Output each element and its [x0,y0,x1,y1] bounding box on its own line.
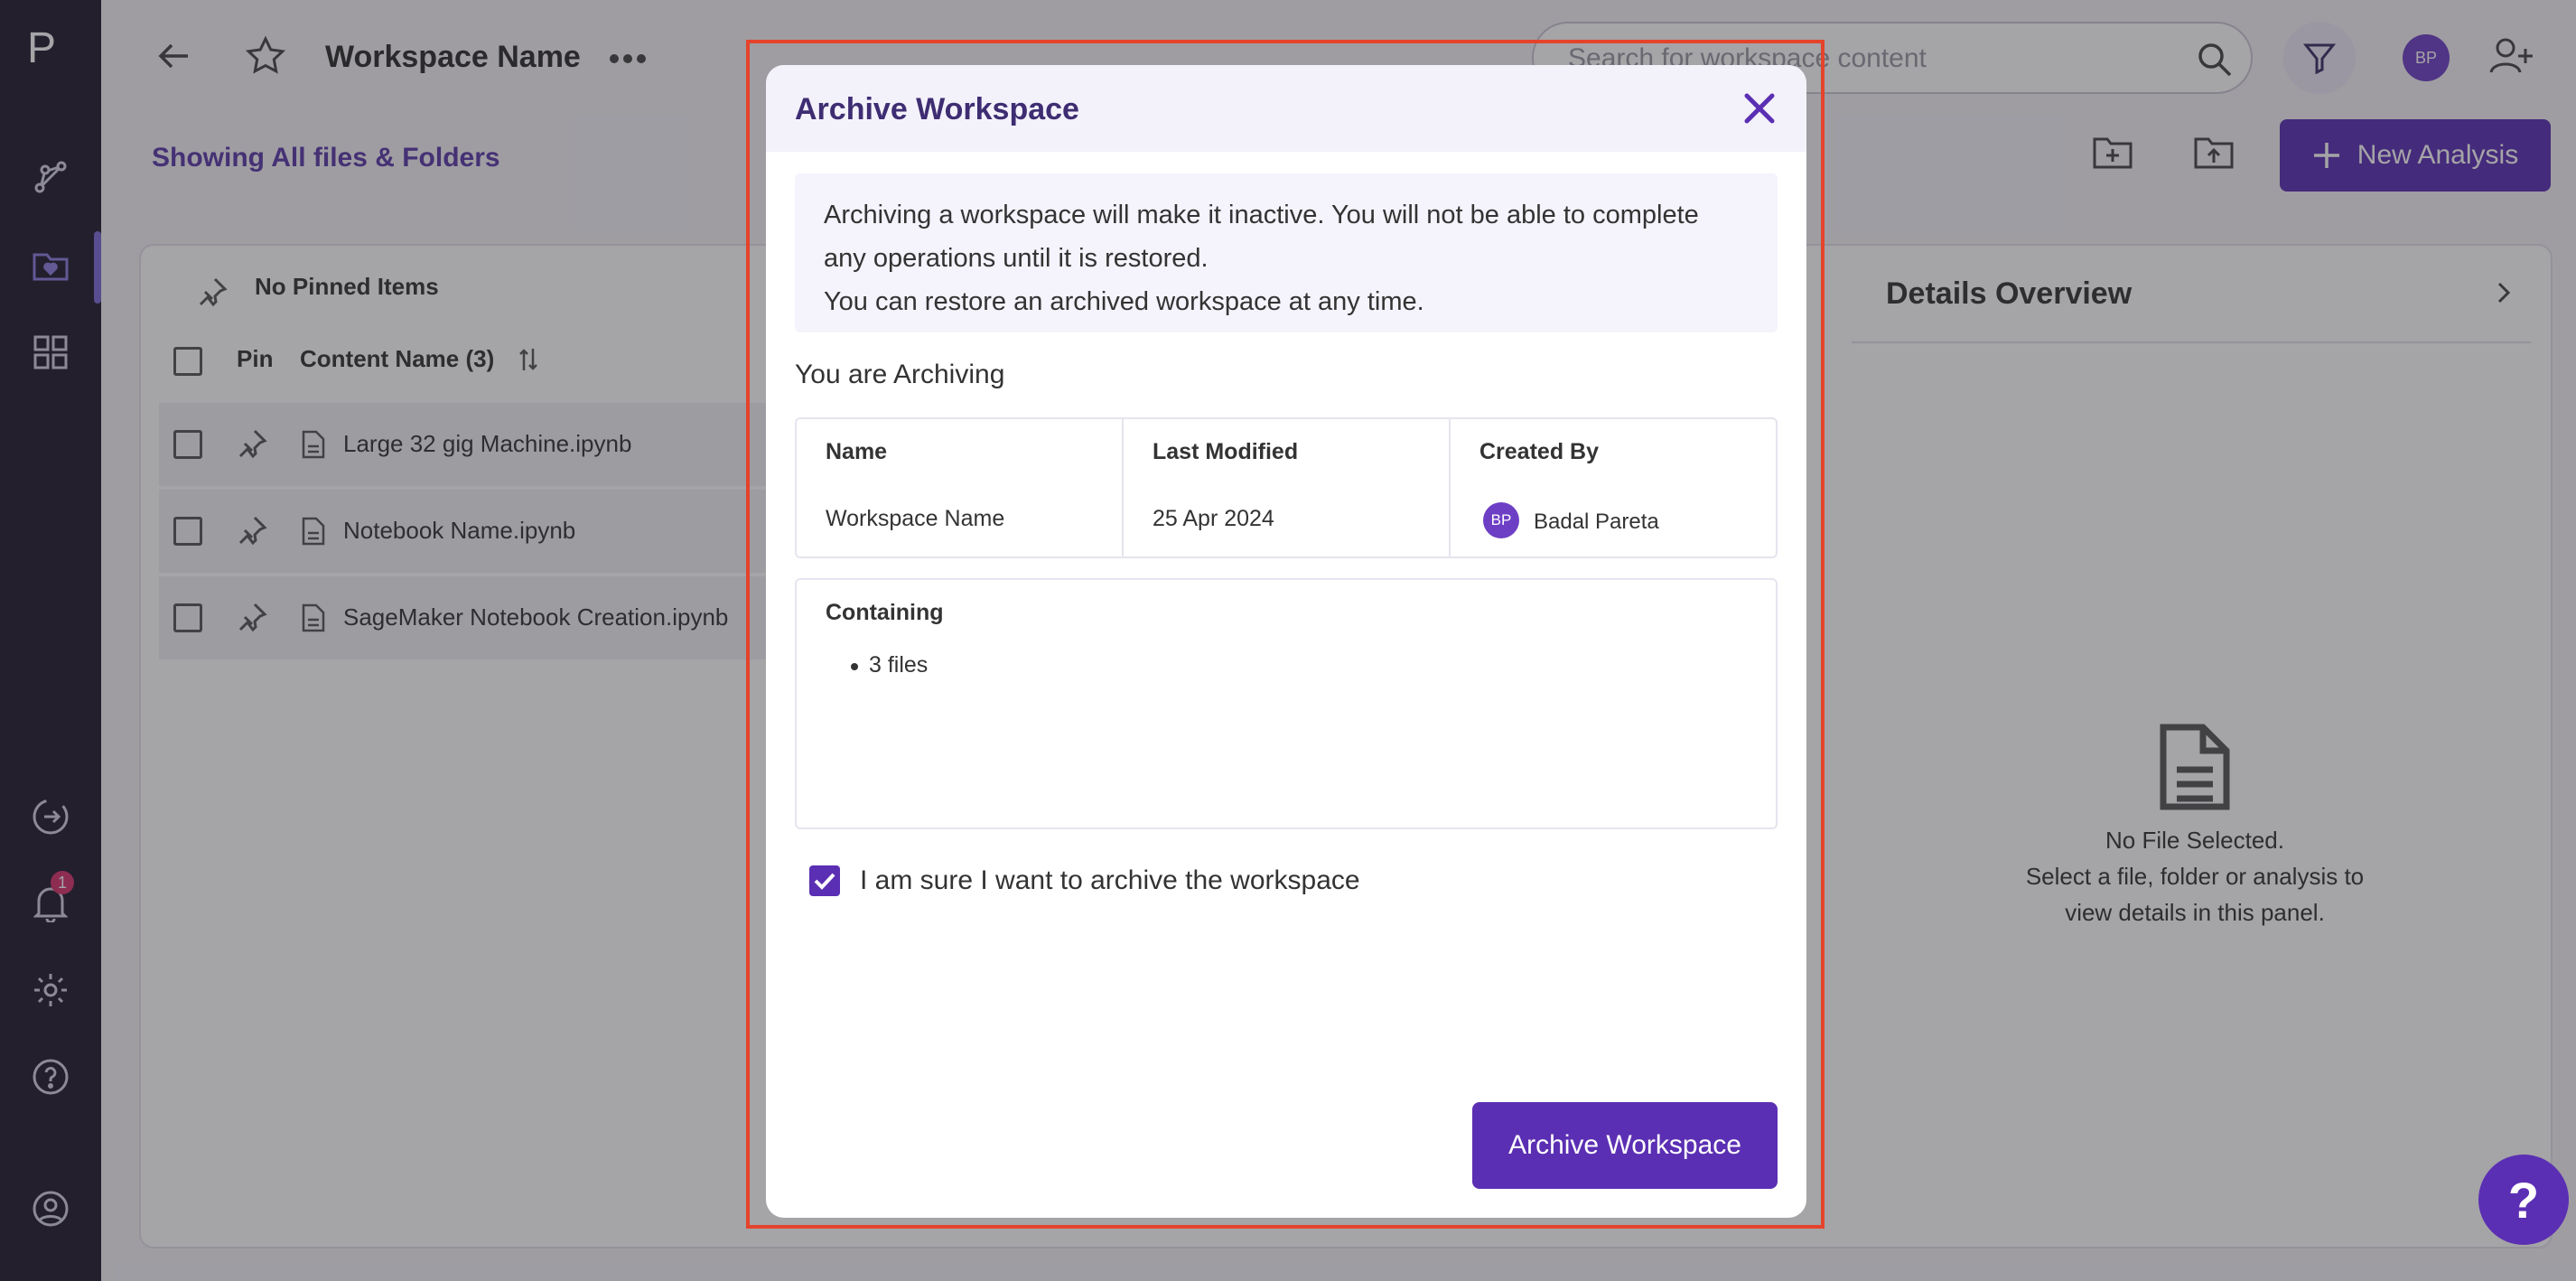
containing-header: Containing [826,600,944,625]
creator-avatar: BP [1483,502,1519,538]
check-icon [814,873,835,890]
workspace-meta-table: Name Workspace Name Last Modified 25 Apr… [795,417,1778,558]
meta-modified-value: 25 Apr 2024 [1153,506,1274,531]
confirm-archive-label[interactable]: I am sure I want to archive the workspac… [860,865,1360,896]
archive-workspace-dialog: Archive Workspace Archiving a workspace … [766,65,1806,1218]
bullet [851,663,858,670]
containing-item: 3 files [869,652,929,678]
meta-modified-header: Last Modified [1153,439,1299,464]
dialog-title: Archive Workspace [795,92,1079,126]
info-line-1: Archiving a workspace will make it inact… [824,201,1699,229]
containing-box: Containing 3 files [795,578,1778,829]
info-line-2: any operations until it is restored. [824,244,1209,273]
meta-created-header: Created By [1479,439,1599,464]
you-are-archiving-label: You are Archiving [795,360,1005,389]
meta-name-column: Name Workspace Name [797,419,1124,556]
creator-name: Badal Pareta [1534,510,1659,534]
dialog-header: Archive Workspace [766,65,1806,152]
meta-modified-column: Last Modified 25 Apr 2024 [1124,419,1451,556]
confirm-archive-checkbox[interactable] [809,865,840,896]
info-line-3: You can restore an archived workspace at… [824,287,1424,316]
meta-name-header: Name [826,439,888,464]
archive-info-box: Archiving a workspace will make it inact… [795,173,1778,332]
meta-created-column: Created By BP Badal Pareta [1451,419,1776,556]
close-icon[interactable] [1738,87,1781,130]
help-fab-button[interactable]: ? [2478,1155,2569,1245]
archive-workspace-button[interactable]: Archive Workspace [1472,1102,1778,1189]
meta-name-value: Workspace Name [826,506,1005,531]
